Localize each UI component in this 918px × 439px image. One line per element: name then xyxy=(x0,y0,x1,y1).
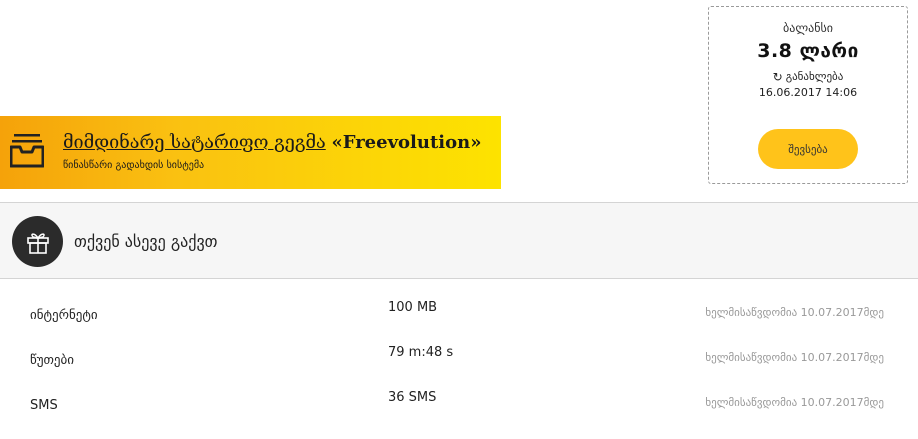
list-item: წუთები 79 m:48 s ხელმისაწვდომია 10.07.20… xyxy=(0,341,918,381)
row-label: ინტერნეტი xyxy=(30,308,98,323)
tariff-plan-name: «Freevolution» xyxy=(331,132,482,153)
tariff-plan-link[interactable]: მიმდინარე სატარიფო გეგმა xyxy=(63,132,326,153)
extras-header: თქვენ ასევე გაქვთ xyxy=(0,202,918,279)
list-item: SMS 36 SMS ხელმისაწვდომია 10.07.2017მდე xyxy=(0,386,918,426)
balance-update-label[interactable]: განახლება xyxy=(786,70,844,83)
row-label: წუთები xyxy=(30,353,74,368)
row-label: SMS xyxy=(30,398,58,413)
balance-refresh[interactable]: ↻ განახლება xyxy=(709,70,907,83)
row-valid-until: ხელმისაწვდომია 10.07.2017მდე xyxy=(705,396,884,409)
inbox-tray-icon xyxy=(10,134,44,168)
tariff-banner: მიმდინარე სატარიფო გეგმა «Freevolution» … xyxy=(0,116,501,189)
balance-amount: 3.8 ლარი xyxy=(757,40,859,62)
refresh-icon[interactable]: ↻ xyxy=(773,71,783,83)
row-value: 100 MB xyxy=(388,300,438,315)
list-item: ინტერნეტი 100 MB ხელმისაწვდომია 10.07.20… xyxy=(0,296,918,336)
gift-icon xyxy=(26,232,49,254)
balance-updated-at: 16.06.2017 14:06 xyxy=(758,86,858,99)
balance-card: ბალანსი 3.8 ლარი ↻ განახლება 16.06.2017 … xyxy=(708,6,908,184)
tariff-subtitle: წინასწარი გადახდის სისტემა xyxy=(63,160,205,171)
row-valid-until: ხელმისაწვდომია 10.07.2017მდე xyxy=(705,306,884,319)
row-value: 36 SMS xyxy=(388,390,437,405)
row-valid-until: ხელმისაწვდომია 10.07.2017მდე xyxy=(705,351,884,364)
row-value: 79 m:48 s xyxy=(388,345,454,360)
gift-badge xyxy=(12,216,63,267)
extras-title: თქვენ ასევე გაქვთ xyxy=(74,232,218,251)
topup-button[interactable]: შევსება xyxy=(758,129,858,169)
tariff-title: მიმდინარე სატარიფო გეგმა «Freevolution» xyxy=(63,132,481,153)
balance-title: ბალანსი xyxy=(783,21,833,35)
